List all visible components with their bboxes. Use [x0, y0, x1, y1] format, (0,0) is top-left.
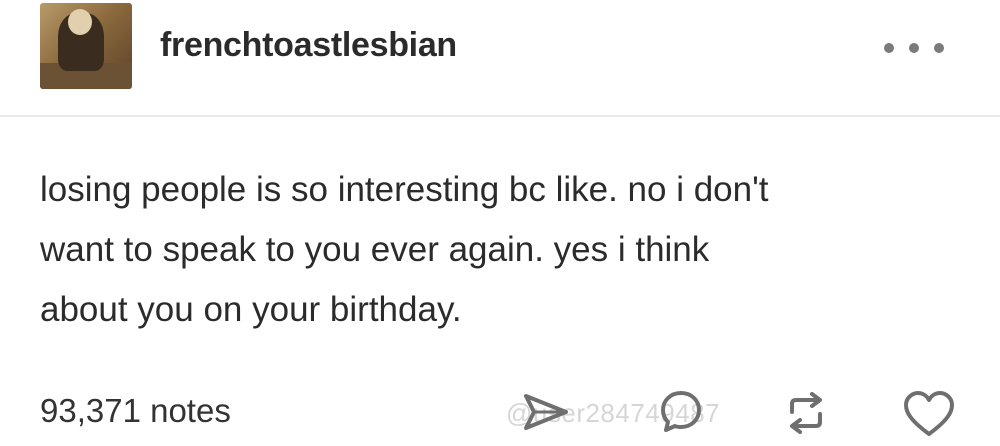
post-body: losing people is so interesting bc like.…	[40, 160, 970, 340]
post-author-username[interactable]: frenchtoastlesbian	[160, 26, 457, 65]
reply-icon[interactable]	[658, 388, 704, 434]
share-icon[interactable]	[520, 388, 572, 436]
dot	[934, 43, 944, 53]
avatar-face	[68, 9, 92, 35]
more-options-icon[interactable]	[884, 36, 944, 60]
dot	[909, 43, 919, 53]
reblog-icon[interactable]	[782, 390, 830, 436]
avatar[interactable]	[40, 3, 132, 89]
post-text-line: want to speak to you ever again. yes i t…	[40, 230, 710, 269]
post-text-line: about you on your birthday.	[40, 290, 462, 329]
heart-icon[interactable]	[902, 390, 956, 438]
notes-count[interactable]: 93,371 notes	[40, 392, 231, 430]
header-divider	[0, 115, 1000, 117]
post-text-line: losing people is so interesting bc like.…	[40, 170, 769, 209]
dot	[884, 43, 894, 53]
